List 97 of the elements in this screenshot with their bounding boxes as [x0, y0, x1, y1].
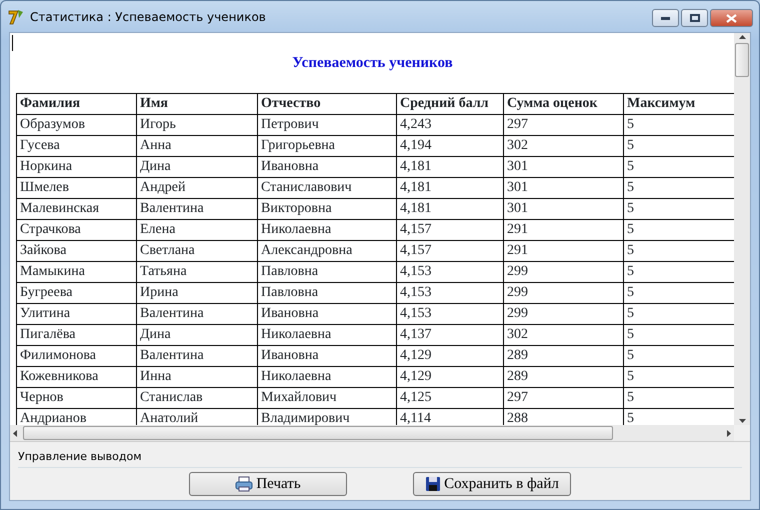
table-cell: Филимонова: [16, 345, 136, 366]
table-cell: 302: [504, 135, 624, 156]
vertical-scrollbar[interactable]: [734, 33, 750, 425]
table-cell: Светлана: [136, 240, 258, 261]
scroll-up-icon[interactable]: [738, 35, 746, 39]
printer-icon: [235, 476, 254, 492]
table-cell: 4,153: [396, 282, 504, 303]
column-header: Отчество: [258, 93, 396, 114]
table-cell: 4,181: [396, 177, 504, 198]
table-cell: 4,181: [396, 198, 504, 219]
table-cell: Ивановна: [258, 345, 396, 366]
table-cell: Викторовна: [258, 198, 396, 219]
table-cell: 4,153: [396, 261, 504, 282]
table-cell: Норкина: [16, 156, 136, 177]
close-button[interactable]: [710, 9, 753, 27]
table-cell: Гусева: [16, 135, 136, 156]
table-cell: 297: [504, 114, 624, 135]
group-label: Управление выводом: [18, 450, 142, 463]
table-cell: Мамыкина: [16, 261, 136, 282]
table-cell: Зайкова: [16, 240, 136, 261]
scroll-left-icon[interactable]: [13, 430, 17, 436]
table-cell: 291: [504, 219, 624, 240]
table-cell: Дина: [136, 324, 258, 345]
table-cell: 4,194: [396, 135, 504, 156]
scroll-thumb[interactable]: [23, 426, 613, 440]
table-cell: 4,129: [396, 366, 504, 387]
table-cell: 4,243: [396, 114, 504, 135]
table-cell: Ивановна: [258, 303, 396, 324]
table-cell: 4,157: [396, 219, 504, 240]
table-cell: Кожевникова: [16, 366, 136, 387]
scroll-down-icon[interactable]: [738, 419, 746, 423]
column-header: Средний балл: [396, 93, 504, 114]
table-cell: Страчкова: [16, 219, 136, 240]
print-button[interactable]: Печать: [189, 472, 347, 496]
table-cell: 301: [504, 198, 624, 219]
table-cell: 289: [504, 366, 624, 387]
table-cell: Чернов: [16, 387, 136, 408]
table-cell: Игорь: [136, 114, 258, 135]
maximize-icon: [690, 14, 700, 22]
table-cell: Григорьевна: [258, 135, 396, 156]
table-cell: Елена: [136, 219, 258, 240]
table-cell: 4,153: [396, 303, 504, 324]
table-cell: Николаевна: [258, 324, 396, 345]
table-cell: Николаевна: [258, 219, 396, 240]
scroll-thumb[interactable]: [735, 43, 749, 77]
minimize-button[interactable]: [652, 9, 679, 27]
table-cell: 289: [504, 345, 624, 366]
table-cell: Петрович: [258, 114, 396, 135]
table-cell: Валентина: [136, 198, 258, 219]
table-cell: 301: [504, 177, 624, 198]
table-cell: Михайлович: [258, 387, 396, 408]
table-cell: Александровна: [258, 240, 396, 261]
column-header: Сумма оценок: [504, 93, 624, 114]
scroll-right-icon[interactable]: [727, 430, 731, 436]
table-cell: Ирина: [136, 282, 258, 303]
table-cell: 297: [504, 387, 624, 408]
close-icon: [726, 14, 737, 22]
table-cell: 302: [504, 324, 624, 345]
maximize-button[interactable]: [681, 9, 708, 27]
table-cell: 4,157: [396, 240, 504, 261]
table-cell: Анна: [136, 135, 258, 156]
table-cell: Станислав: [136, 387, 258, 408]
table-cell: 4,125: [396, 387, 504, 408]
table-cell: Андрей: [136, 177, 258, 198]
table-cell: Образумов: [16, 114, 136, 135]
window-title: Статистика : Успеваемость учеников: [30, 8, 266, 26]
table-cell: Малевинская: [16, 198, 136, 219]
table-cell: Шмелев: [16, 177, 136, 198]
table-cell: Татьяна: [136, 261, 258, 282]
table-cell: Валентина: [136, 303, 258, 324]
table-cell: Ивановна: [258, 156, 396, 177]
table-cell: Николаевна: [258, 366, 396, 387]
table-cell: 301: [504, 156, 624, 177]
table-cell: Дина: [136, 156, 258, 177]
save-button[interactable]: Сохранить в файл: [413, 472, 571, 496]
text-cursor: [12, 35, 13, 51]
table-cell: 299: [504, 282, 624, 303]
table-cell: 299: [504, 261, 624, 282]
table-cell: Улитина: [16, 303, 136, 324]
table-cell: 291: [504, 240, 624, 261]
app-icon: [7, 8, 25, 26]
table-cell: Павловна: [258, 261, 396, 282]
horizontal-scrollbar[interactable]: [10, 425, 734, 441]
table-cell: 4,129: [396, 345, 504, 366]
report-title: Успеваемость учеников: [291, 54, 454, 73]
table-cell: 4,137: [396, 324, 504, 345]
table-cell: Павловна: [258, 282, 396, 303]
table-cell: Станиславович: [258, 177, 396, 198]
table-cell: 4,181: [396, 156, 504, 177]
table-cell: Инна: [136, 366, 258, 387]
table-cell: Бугреева: [16, 282, 136, 303]
minimize-icon: [661, 16, 670, 20]
table-cell: Пигалёва: [16, 324, 136, 345]
column-header: Имя: [136, 93, 258, 114]
table-cell: 299: [504, 303, 624, 324]
table-cell: Валентина: [136, 345, 258, 366]
column-header: Фамилия: [16, 93, 136, 114]
